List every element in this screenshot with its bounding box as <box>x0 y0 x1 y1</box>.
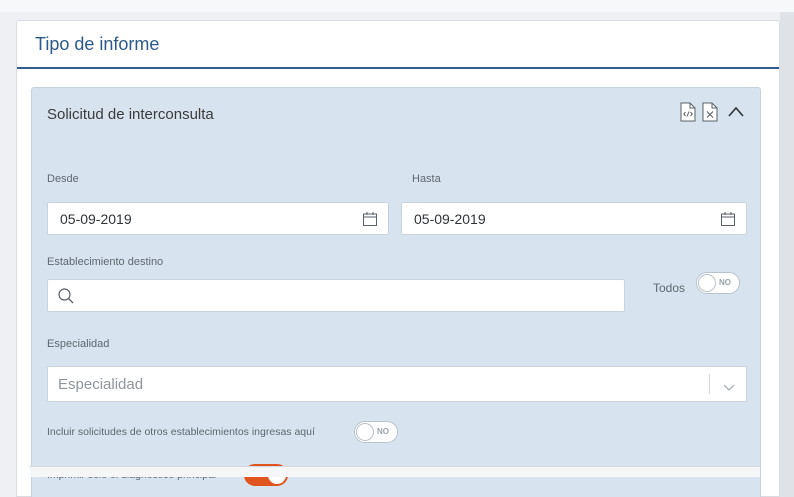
establecimiento-search-input[interactable] <box>47 279 625 312</box>
xml-file-icon[interactable] <box>680 102 696 122</box>
incluir-toggle-state: NO <box>377 427 389 436</box>
top-strip <box>0 0 794 12</box>
panel-footer <box>30 466 760 477</box>
todos-toggle-state: NO <box>719 278 731 287</box>
establecimiento-label: Establecimiento destino <box>47 256 164 268</box>
interconsulta-panel: Solicitud de interconsulta Desde Hasta 0… <box>31 87 761 497</box>
especialidad-placeholder: Especialidad <box>58 375 144 393</box>
incluir-toggle[interactable]: NO <box>354 421 398 443</box>
hasta-date-field[interactable]: 05-09-2019 <box>401 202 747 235</box>
panel-actions <box>680 102 746 122</box>
desde-label: Desde <box>47 173 79 185</box>
especialidad-select[interactable]: Especialidad <box>47 366 747 402</box>
incluir-label: Incluir solicitudes de otros establecimi… <box>47 426 315 438</box>
toggle-knob <box>698 274 716 292</box>
calendar-icon[interactable] <box>362 211 378 227</box>
chevron-down-icon[interactable] <box>722 379 736 391</box>
toggle-knob <box>356 423 374 441</box>
hasta-label: Hasta <box>412 173 441 185</box>
report-type-card: Tipo de informe Solicitud de interconsul… <box>16 20 780 497</box>
search-icon <box>57 287 75 305</box>
todos-label: Todos <box>653 281 686 295</box>
panel-title: Solicitud de interconsulta <box>47 106 214 123</box>
hasta-date-value: 05-09-2019 <box>414 210 486 227</box>
chevron-up-icon[interactable] <box>726 102 746 122</box>
calendar-icon[interactable] <box>720 211 736 227</box>
card-header: Tipo de informe <box>17 21 779 69</box>
especialidad-label: Especialidad <box>47 338 110 350</box>
scrollbar[interactable] <box>780 12 794 497</box>
select-divider <box>709 374 710 394</box>
desde-date-field[interactable]: 05-09-2019 <box>47 202 389 235</box>
desde-date-value: 05-09-2019 <box>60 210 132 227</box>
card-title: Tipo de informe <box>35 33 160 54</box>
excel-file-icon[interactable] <box>702 102 718 122</box>
todos-toggle[interactable]: NO <box>696 272 740 294</box>
